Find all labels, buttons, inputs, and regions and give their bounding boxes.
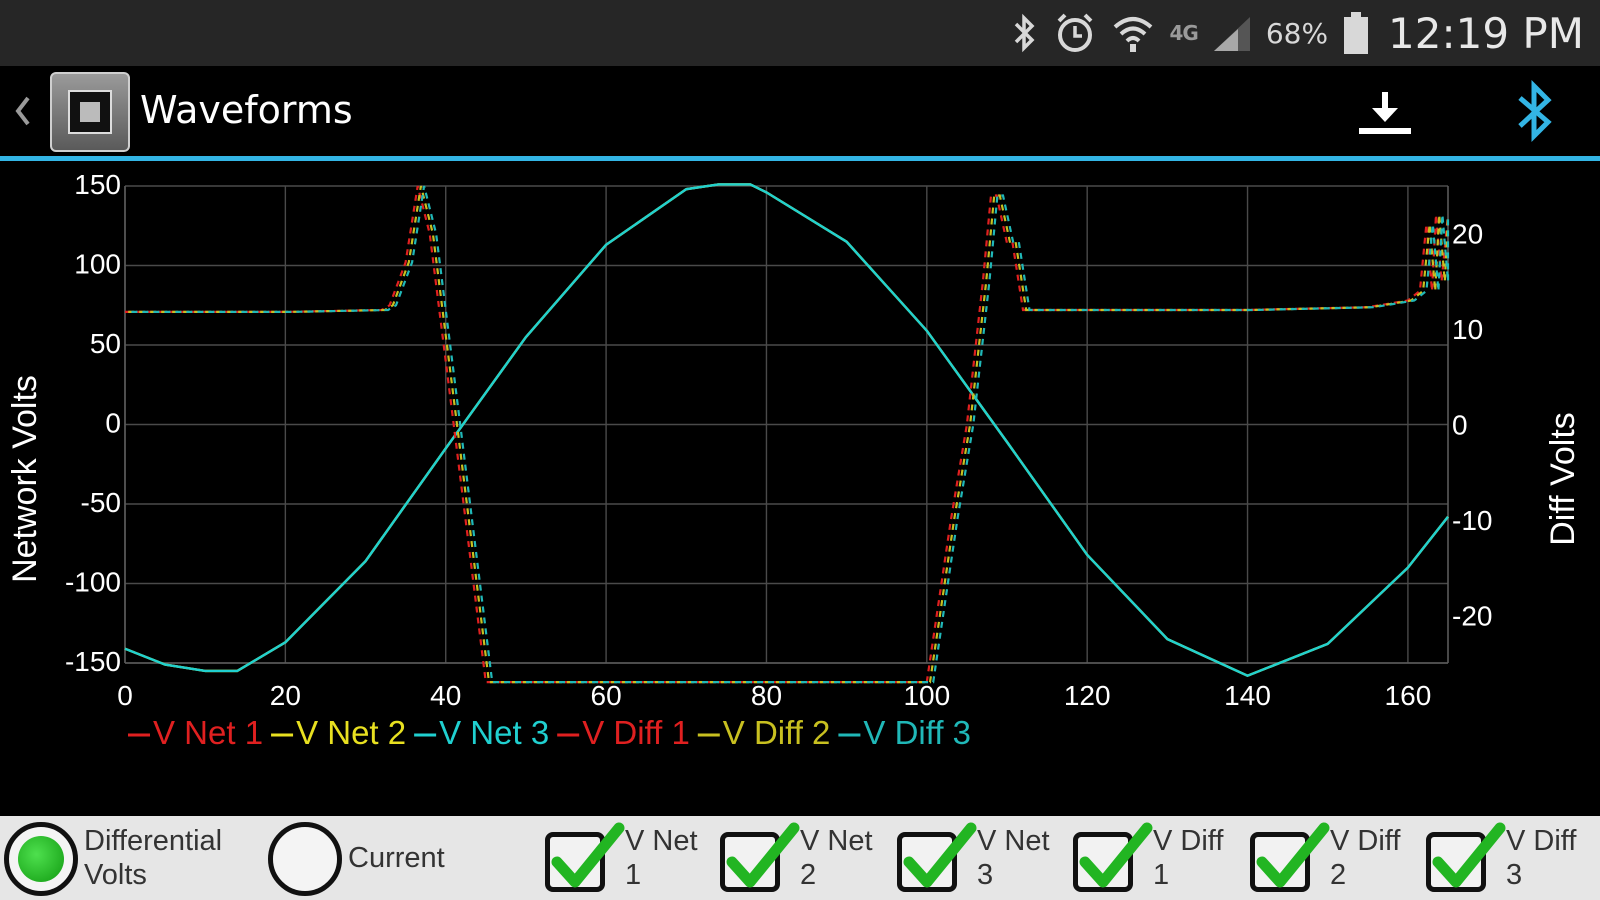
- checkbox-label-line1: V Net: [625, 825, 698, 857]
- app-icon[interactable]: [50, 72, 130, 152]
- wifi-icon: [1111, 11, 1155, 55]
- y-tick-label: 150: [74, 169, 121, 200]
- checkmark-icon: [1256, 822, 1330, 888]
- x-tick-label: 160: [1385, 680, 1432, 711]
- checkbox-v-net-1[interactable]: [545, 822, 625, 892]
- y-tick-label: -50: [81, 487, 121, 518]
- checkbox-v-diff-2[interactable]: [1250, 822, 1330, 892]
- waveform-chart-svg: 150100500-50-100-15020100-10-200 20 40 60 80…: [6, 169, 1582, 751]
- bluetooth-icon: [1009, 13, 1039, 53]
- y-tick-label: -100: [65, 567, 121, 598]
- legend-label: V Diff 1: [582, 714, 690, 751]
- checkbox-v-diff-2-label: V Diff 2: [1330, 824, 1400, 892]
- series-line-v-diff-3: [131, 185, 1450, 684]
- checkbox-label-line1: V Net: [800, 825, 873, 857]
- page-title: Waveforms: [140, 88, 353, 132]
- checkbox-label-line1: V Net: [977, 825, 1050, 857]
- y-axis-label: Network Volts: [6, 375, 44, 583]
- checkmark-icon: [726, 822, 800, 888]
- y2-tick-label: 0: [1452, 410, 1468, 441]
- radio-label-line2: Volts: [84, 859, 147, 891]
- series-line-v-diff-2: [128, 185, 1450, 684]
- bluetooth-action-icon[interactable]: [1510, 79, 1560, 144]
- y-tick-label: 100: [74, 249, 121, 280]
- x-tick-label: 40: [430, 680, 461, 711]
- checkbox-label-line2: 2: [800, 859, 817, 891]
- radio-label-differential-volts: Differential Volts: [84, 824, 222, 892]
- x-tick-label: 60: [591, 680, 622, 711]
- legend-label: V Diff 2: [723, 714, 831, 751]
- checkbox-v-diff-1-label: V Diff 1: [1153, 824, 1223, 892]
- checkbox-label-line2: 3: [1506, 859, 1523, 891]
- y2-tick-label: 10: [1452, 314, 1483, 345]
- checkbox-label-line2: 2: [1330, 859, 1347, 891]
- legend-label: V Net 1: [153, 714, 263, 751]
- radio-label-current: Current: [348, 842, 445, 874]
- back-chevron-icon[interactable]: [8, 86, 36, 136]
- y-tick-label: -150: [65, 646, 121, 677]
- series-line-v-diff-1: [125, 185, 1450, 684]
- checkbox-v-net-1-label: V Net 1: [625, 824, 698, 892]
- checkbox-label-line1: V Diff: [1153, 825, 1224, 857]
- x-tick-label: 140: [1224, 680, 1271, 711]
- x-tick-label: 80: [751, 680, 782, 711]
- legend-label: V Net 2: [296, 714, 406, 751]
- legend-label: V Net 3: [439, 714, 549, 751]
- checkbox-v-net-3[interactable]: [897, 822, 977, 892]
- y2-axis-label: Diff Volts: [1544, 412, 1582, 546]
- app-icon-square: [68, 90, 112, 134]
- checkmark-icon: [1079, 822, 1153, 888]
- checkbox-v-diff-1[interactable]: [1073, 822, 1153, 892]
- action-bar: Waveforms: [0, 66, 1600, 156]
- lte-icon: 4G: [1169, 21, 1198, 45]
- y2-tick-label: -20: [1452, 600, 1492, 631]
- status-icons: 4G 68% 12:19 PM: [1009, 0, 1584, 66]
- alarm-icon: [1053, 11, 1097, 55]
- checkmark-icon: [1432, 822, 1506, 888]
- checkmark-icon: [551, 822, 625, 888]
- y-tick-label: 50: [90, 328, 121, 359]
- checkbox-v-net-2[interactable]: [720, 822, 800, 892]
- checkbox-label-line2: 1: [625, 859, 642, 891]
- checkbox-label-line1: V Diff: [1506, 825, 1577, 857]
- waveform-chart: 150 100 50 0 -50 -100 -150 20 10 0 -10 -20 0 20 40 60 80…: [0, 161, 1600, 816]
- x-tick-label: 120: [1064, 680, 1111, 711]
- radio-current[interactable]: [268, 822, 342, 896]
- checkbox-v-diff-3-label: V Diff 3: [1506, 824, 1576, 892]
- checkbox-label-line2: 3: [977, 859, 994, 891]
- checkbox-v-net-3-label: V Net 3: [977, 824, 1050, 892]
- download-icon[interactable]: [1355, 84, 1415, 144]
- series-line-v-net-1: [124, 183, 1449, 678]
- y-tick-label: 0: [105, 408, 121, 439]
- x-tick-label: 20: [270, 680, 301, 711]
- clock: 12:19 PM: [1388, 8, 1584, 58]
- series-line-v-net-3: [124, 183, 1449, 678]
- x-tick-label: 0: [117, 680, 133, 711]
- signal-icon: [1212, 13, 1252, 53]
- radio-differential-volts[interactable]: [4, 822, 78, 896]
- legend-label: V Diff 3: [863, 714, 971, 751]
- series-controls: Differential Volts Current V Net 1 V Net 2 V…: [0, 816, 1600, 900]
- battery-icon: [1342, 11, 1370, 55]
- y2-tick-label: 20: [1452, 219, 1483, 250]
- series-line-v-net-2: [124, 183, 1449, 678]
- radio-selected-dot: [18, 836, 64, 882]
- x-tick-label: 100: [903, 680, 950, 711]
- checkbox-label-line1: V Diff: [1330, 825, 1401, 857]
- checkbox-v-diff-3[interactable]: [1426, 822, 1506, 892]
- y2-tick-label: -10: [1452, 505, 1492, 536]
- status-bar: 4G 68% 12:19 PM: [0, 0, 1600, 66]
- checkbox-label-line2: 1: [1153, 859, 1170, 891]
- battery-percent: 68%: [1265, 16, 1329, 50]
- checkmark-icon: [903, 822, 977, 888]
- checkbox-v-net-2-label: V Net 2: [800, 824, 873, 892]
- radio-label-line1: Differential: [84, 825, 223, 857]
